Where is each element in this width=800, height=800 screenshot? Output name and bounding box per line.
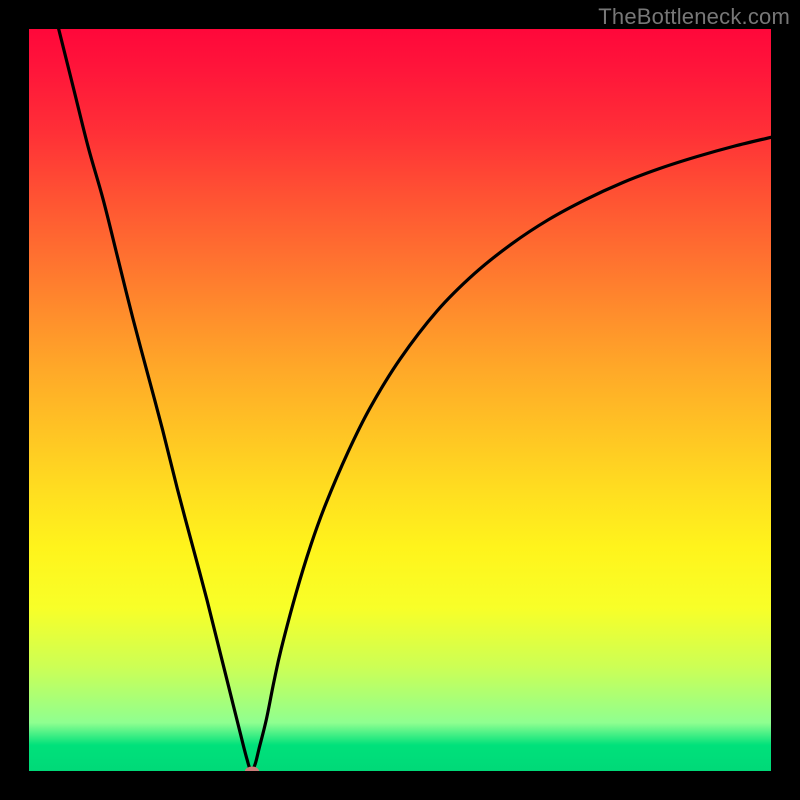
chart-frame: TheBottleneck.com xyxy=(0,0,800,800)
watermark-text: TheBottleneck.com xyxy=(598,4,790,30)
bottleneck-curve xyxy=(29,29,771,771)
plot-area xyxy=(29,29,771,771)
optimum-marker xyxy=(245,767,259,772)
